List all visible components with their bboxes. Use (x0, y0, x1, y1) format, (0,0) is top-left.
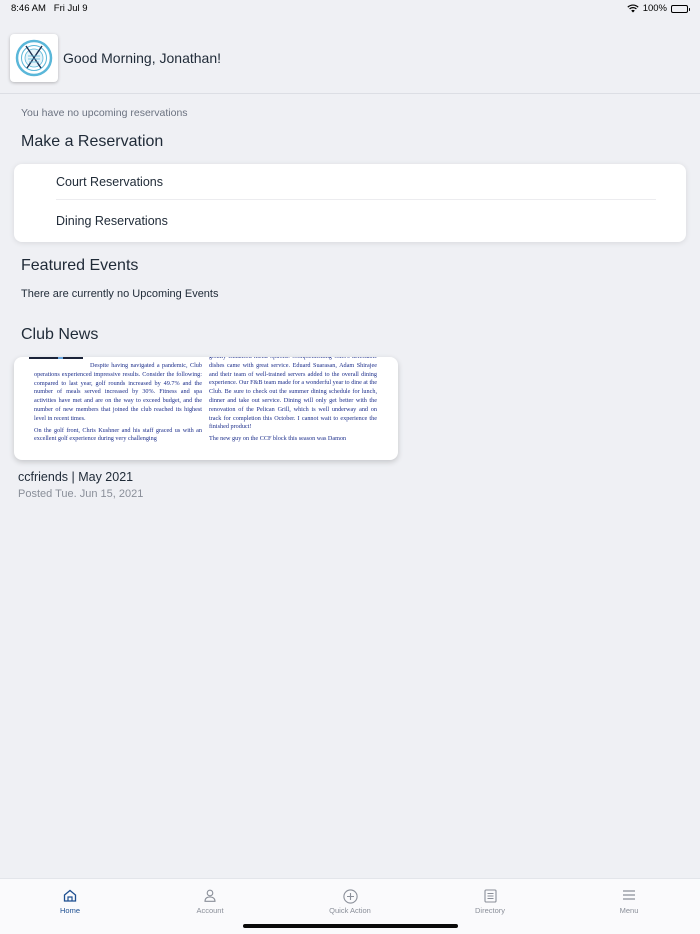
reservation-card: Court Reservations Dining Reservations (14, 164, 686, 242)
newsletter-preview-right: greatly enhanced menu options. Complemen… (209, 357, 377, 447)
court-reservations-button[interactable]: Court Reservations (56, 175, 163, 189)
newsletter-rule-accent (58, 357, 63, 359)
home-icon (63, 889, 77, 902)
status-time: 8:46 AM Fri Jul 9 (11, 3, 88, 14)
wifi-icon (627, 4, 639, 13)
person-icon (204, 889, 216, 902)
news-article-title[interactable]: ccfriends | May 2021 (18, 470, 133, 484)
tab-label: Home (59, 906, 80, 915)
status-date-text: Fri Jul 9 (53, 3, 88, 14)
tab-menu[interactable]: Menu (579, 889, 679, 915)
status-indicators: 100% (627, 3, 690, 14)
home-indicator[interactable] (243, 924, 458, 928)
list-icon (483, 889, 497, 903)
greeting-text: Good Morning, Jonathan! (63, 50, 221, 66)
status-bar: 8:46 AM Fri Jul 9 100% (0, 0, 700, 18)
club-logo[interactable] (10, 34, 58, 82)
tab-quick-action[interactable]: Quick Action (300, 889, 400, 915)
no-events-message: There are currently no Upcoming Events (21, 288, 219, 300)
club-crest-icon (15, 39, 53, 77)
divider (56, 199, 656, 200)
tab-account[interactable]: Account (160, 889, 260, 915)
tab-home[interactable]: Home (20, 889, 120, 915)
dining-reservations-button[interactable]: Dining Reservations (56, 214, 168, 228)
plus-circle-icon (342, 889, 358, 904)
battery-icon (671, 4, 690, 13)
header: Good Morning, Jonathan! (0, 26, 700, 94)
news-article-date: Posted Tue. Jun 15, 2021 (18, 488, 144, 500)
no-reservations-message: You have no upcoming reservations (21, 107, 188, 119)
newsletter-rule (29, 357, 83, 359)
news-article-card[interactable]: Despite having navigated a pandemic, Clu… (14, 357, 398, 460)
newsletter-preview-left: Despite having navigated a pandemic, Clu… (34, 362, 202, 447)
tab-label: Menu (619, 906, 639, 915)
tab-label: Directory (474, 906, 505, 915)
newsletter-paragraph: Despite having navigated a pandemic, Clu… (34, 362, 202, 422)
battery-percent: 100% (642, 3, 667, 14)
tab-label: Account (196, 906, 224, 915)
club-news-title: Club News (21, 326, 99, 343)
newsletter-paragraph: On the golf front, Chris Kushner and his… (34, 426, 202, 443)
hamburger-icon (623, 890, 635, 900)
newsletter-paragraph: The new guy on the CCF block this season… (209, 435, 347, 443)
newsletter-paragraph: greatly enhanced menu options. Complemen… (209, 357, 377, 431)
featured-events-title: Featured Events (21, 257, 139, 274)
tab-label: Quick Action (329, 906, 371, 915)
make-reservation-title: Make a Reservation (21, 133, 164, 150)
status-time-text: 8:46 AM (11, 3, 46, 14)
tab-directory[interactable]: Directory (440, 889, 540, 915)
